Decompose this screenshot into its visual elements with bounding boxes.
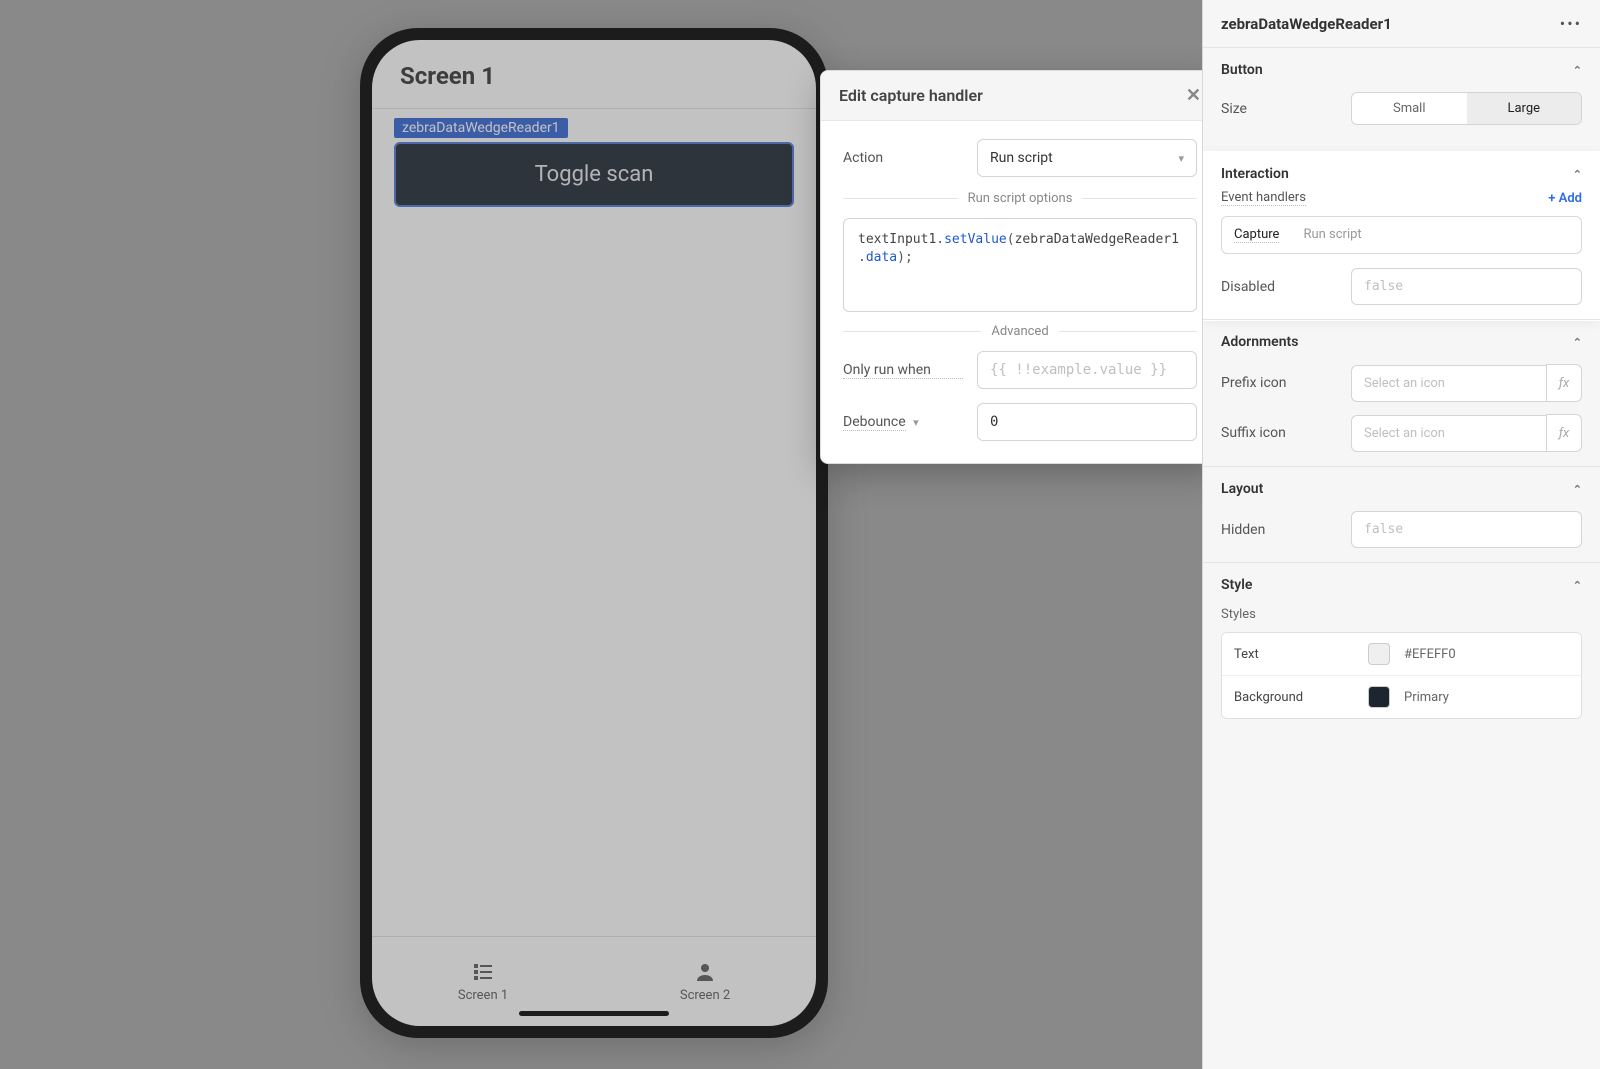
popover-title: Edit capture handler <box>839 86 983 105</box>
fx-button[interactable]: ƒx <box>1546 364 1582 402</box>
chevron-up-icon: ⌃ <box>1573 483 1582 496</box>
screen-title: Screen 1 <box>372 40 816 109</box>
handler-row[interactable]: Capture Run script <box>1221 216 1582 254</box>
prefix-icon-label: Prefix icon <box>1221 375 1339 391</box>
prefix-icon-input[interactable]: Select an icon <box>1351 365 1546 402</box>
phone-screen: Screen 1 zebraDataWedgeReader1 Toggle sc… <box>372 40 816 1026</box>
screen-body: zebraDataWedgeReader1 Toggle scan <box>372 109 816 936</box>
handler-name: Capture <box>1234 227 1279 243</box>
section-adornments-header[interactable]: Adornments ⌃ <box>1221 334 1582 350</box>
section-layout-header[interactable]: Layout ⌃ <box>1221 481 1582 497</box>
add-handler-button[interactable]: + Add <box>1548 191 1582 206</box>
component-chip[interactable]: zebraDataWedgeReader1 <box>394 118 568 138</box>
size-small-button[interactable]: Small <box>1352 93 1467 124</box>
section-layout: Layout ⌃ Hidden false <box>1203 467 1600 563</box>
edit-capture-handler-popover: Edit capture handler ✕ Action Run script… <box>820 70 1220 464</box>
fx-button[interactable]: ƒx <box>1546 414 1582 452</box>
style-row-text[interactable]: Text #EFEFF0 <box>1222 633 1581 675</box>
script-editor[interactable]: textInput1.setValue(zebraDataWedgeReader… <box>843 218 1197 312</box>
section-adornments: Adornments ⌃ Prefix icon Select an icon … <box>1203 320 1600 467</box>
toggle-scan-button[interactable]: Toggle scan <box>394 142 794 207</box>
phone-frame: Screen 1 zebraDataWedgeReader1 Toggle sc… <box>360 28 828 1038</box>
inspector-panel: zebraDataWedgeReader1 ••• Button ⌃ Size … <box>1202 0 1600 1069</box>
debounce-label: Debounce ▾ <box>843 414 963 431</box>
debounce-input[interactable] <box>977 403 1197 441</box>
chevron-down-icon[interactable]: ▾ <box>913 416 919 429</box>
user-icon <box>693 960 717 984</box>
handler-action: Run script <box>1303 227 1361 243</box>
style-row-background[interactable]: Background Primary <box>1222 675 1581 718</box>
suffix-icon-input[interactable]: Select an icon <box>1351 415 1546 452</box>
size-segmented-control: Small Large <box>1351 92 1582 125</box>
list-icon <box>471 960 495 984</box>
chevron-down-icon: ▾ <box>1178 152 1184 165</box>
chevron-up-icon: ⌃ <box>1573 336 1582 349</box>
close-icon[interactable]: ✕ <box>1186 85 1201 106</box>
action-value: Run script <box>990 150 1053 166</box>
color-swatch[interactable] <box>1368 686 1390 708</box>
section-interaction: Interaction ⌃ Event handlers + Add Captu… <box>1203 152 1600 320</box>
tab-label: Screen 1 <box>458 988 508 1003</box>
event-handlers-label: Event handlers <box>1221 190 1306 206</box>
size-label: Size <box>1221 101 1339 117</box>
action-label: Action <box>843 150 963 166</box>
disabled-input[interactable]: false <box>1351 268 1582 305</box>
action-select[interactable]: Run script ▾ <box>977 139 1197 177</box>
styles-sublabel: Styles <box>1221 607 1582 622</box>
only-run-when-label: Only run when <box>843 362 963 379</box>
more-icon[interactable]: ••• <box>1560 14 1582 33</box>
styles-list: Text #EFEFF0 Background Primary <box>1221 632 1582 719</box>
suffix-icon-label: Suffix icon <box>1221 425 1339 441</box>
panel-title: zebraDataWedgeReader1 <box>1221 15 1392 33</box>
chevron-up-icon: ⌃ <box>1573 579 1582 592</box>
color-swatch[interactable] <box>1368 643 1390 665</box>
hidden-input[interactable]: false <box>1351 511 1582 548</box>
section-interaction-header[interactable]: Interaction ⌃ <box>1221 166 1582 182</box>
advanced-separator: Advanced <box>843 324 1197 339</box>
tab-label: Screen 2 <box>680 988 730 1003</box>
size-large-button[interactable]: Large <box>1467 93 1582 124</box>
hidden-label: Hidden <box>1221 522 1339 538</box>
popover-header: Edit capture handler ✕ <box>821 71 1219 121</box>
only-run-when-input[interactable] <box>977 351 1197 389</box>
section-style-header[interactable]: Style ⌃ <box>1221 577 1582 593</box>
section-button: Button ⌃ Size Small Large <box>1203 48 1600 152</box>
section-style: Style ⌃ Styles Text #EFEFF0 Background P… <box>1203 563 1600 733</box>
section-button-header[interactable]: Button ⌃ <box>1221 62 1582 78</box>
disabled-label: Disabled <box>1221 279 1339 295</box>
options-separator: Run script options <box>843 191 1197 206</box>
home-indicator <box>519 1011 669 1016</box>
chevron-up-icon: ⌃ <box>1573 168 1582 181</box>
chevron-up-icon: ⌃ <box>1573 64 1582 77</box>
